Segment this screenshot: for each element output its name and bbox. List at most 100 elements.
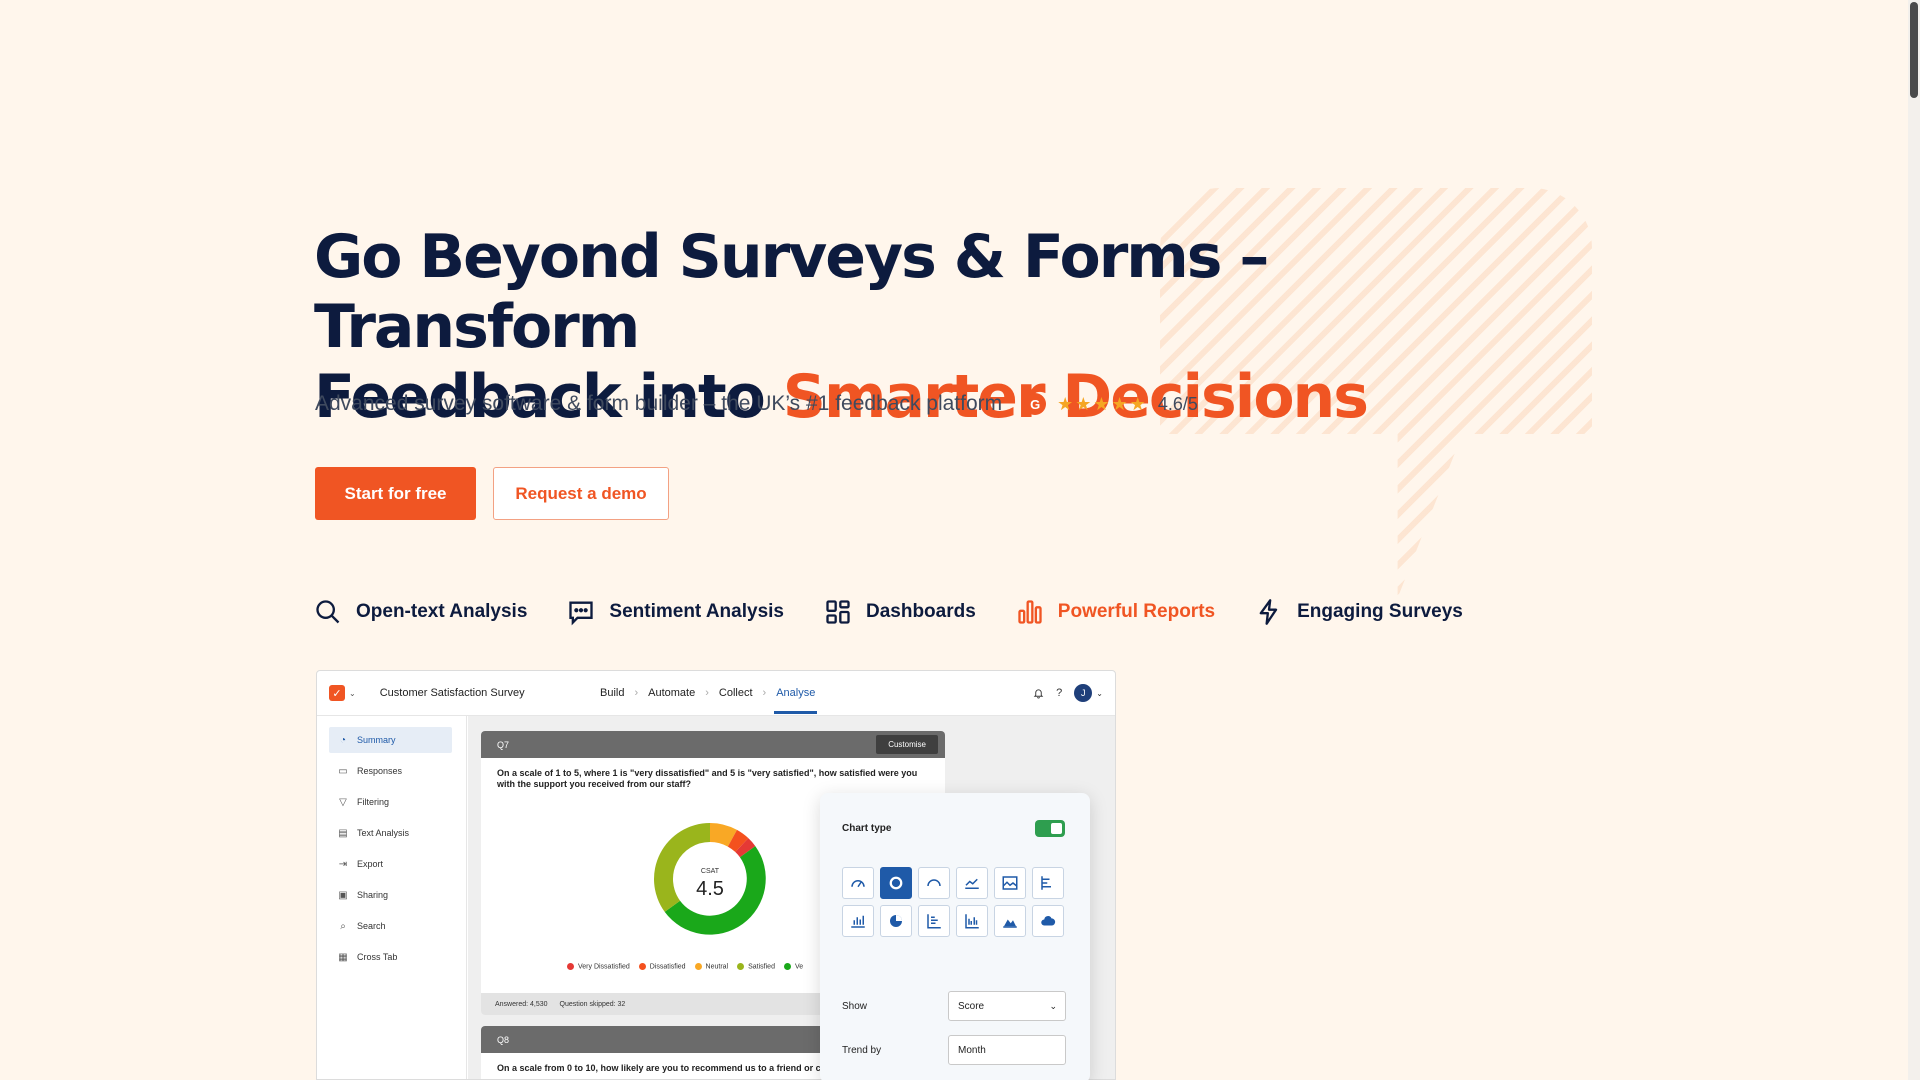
logo-check-icon[interactable]: ✓: [329, 685, 345, 701]
request-demo-button[interactable]: Request a demo: [493, 467, 669, 520]
sidebar-item-search[interactable]: ⌕ Search: [329, 913, 452, 939]
feature-tab-powerful-reports[interactable]: Powerful Reports: [1016, 598, 1215, 626]
chart-type-area-image[interactable]: [994, 867, 1026, 899]
chevron-down-icon: ⌄: [1049, 1000, 1057, 1011]
sidebar-item-summary[interactable]: ◔ Summary: [329, 727, 452, 753]
legend-item: Neutral: [694, 963, 728, 970]
subline-text: Advanced survey software & form builder …: [315, 392, 1003, 415]
trend-value: Month: [958, 1044, 986, 1056]
breadcrumb: Build › Automate › Collect › Analyse: [600, 687, 818, 714]
feature-tab-engaging-surveys[interactable]: Engaging Surveys: [1255, 598, 1463, 626]
help-icon[interactable]: ?: [1056, 687, 1062, 699]
show-select[interactable]: Score ⌄: [948, 991, 1066, 1021]
search-icon: ⌕: [340, 920, 346, 932]
legend-item: Very Dissatisfied: [567, 963, 630, 970]
feature-label: Dashboards: [865, 601, 976, 622]
sidebar-item-label: Sharing: [357, 890, 389, 900]
chart-toggle[interactable]: [1035, 820, 1065, 837]
crumb-collect[interactable]: Collect: [719, 687, 753, 699]
survey-title: Customer Satisfaction Survey: [379, 687, 525, 699]
chart-type-line[interactable]: [956, 867, 988, 899]
answered-count: Answered: 4,530: [495, 1000, 548, 1008]
rating-value: 4.6/5: [1157, 393, 1198, 414]
chart-type-stacked-bar[interactable]: [918, 905, 950, 937]
chart-type-grid: [842, 867, 1064, 937]
feature-label: Open-text Analysis: [356, 601, 528, 622]
area-chart-icon: [1003, 919, 1017, 928]
sidebar-item-cross-tab[interactable]: ▦ Cross Tab: [329, 944, 452, 970]
legend-item: Dissatisfied: [638, 963, 686, 970]
chart-type-semi-gauge[interactable]: [918, 867, 950, 899]
sidebar-item-sharing[interactable]: ▣ Sharing: [329, 882, 452, 908]
show-value: Score: [958, 1000, 985, 1012]
hero-subline: Advanced survey software & form builder …: [315, 392, 1198, 416]
chevron-right-icon: ›: [705, 687, 709, 699]
stacked-bar-icon: [927, 914, 941, 929]
customise-button[interactable]: Customise: [876, 735, 938, 754]
image-chart-icon: [1002, 876, 1018, 890]
crumb-automate[interactable]: Automate: [648, 687, 695, 699]
sidebar-item-label: Filtering: [357, 797, 390, 807]
line-chart-icon: [965, 878, 979, 889]
text-analysis-icon: ▤: [338, 827, 348, 839]
lightning-icon: [1259, 599, 1278, 625]
sharing-icon: ▣: [338, 889, 348, 901]
chart-legend: Very Dissatisfied Dissatisfied Neutral S…: [567, 963, 803, 970]
trend-label: Trend by: [842, 1045, 882, 1056]
sidebar-item-filtering[interactable]: ▽ Filtering: [329, 789, 452, 815]
grouped-bar-icon: [965, 914, 979, 929]
feature-tab-open-text-analysis[interactable]: Open-text Analysis: [314, 598, 527, 626]
sidebar-item-label: Text Analysis: [357, 828, 410, 838]
horizontal-bar-icon: [1041, 876, 1051, 890]
gauge-icon: [851, 880, 865, 888]
sidebar-item-label: Cross Tab: [357, 952, 398, 962]
cloud-icon: [1041, 916, 1056, 926]
crumb-build[interactable]: Build: [600, 687, 624, 699]
chart-type-bar-horizontal[interactable]: [1032, 867, 1064, 899]
question-label: Q8: [497, 1034, 510, 1045]
chart-type-gauge[interactable]: [842, 867, 874, 899]
g2-logo-icon: G: [1024, 393, 1047, 415]
semi-gauge-icon: [927, 879, 941, 887]
scrollbar-thumb[interactable]: [1910, 2, 1918, 98]
chart-type-word-cloud[interactable]: [1032, 905, 1064, 937]
responses-icon: ▭: [338, 765, 348, 777]
csat-label: CSAT: [701, 868, 720, 875]
bar-chart-icon: [1018, 600, 1042, 624]
chevron-right-icon: ›: [634, 687, 639, 699]
question-text: On a scale of 1 to 5, where 1 is "very d…: [497, 768, 918, 789]
feature-label: Sentiment Analysis: [609, 601, 784, 622]
chart-type-bar[interactable]: [842, 905, 874, 937]
chart-type-area[interactable]: [994, 905, 1026, 937]
legend-item: Satisfied: [737, 963, 775, 970]
feature-tab-dashboards[interactable]: Dashboards: [824, 598, 976, 626]
sidebar-item-export[interactable]: ⇥ Export: [329, 851, 452, 877]
sidebar-item-label: Summary: [357, 735, 396, 745]
sidebar-item-responses[interactable]: ▭ Responses: [329, 758, 452, 784]
sidebar-item-label: Search: [357, 921, 386, 931]
chat-icon: [569, 601, 594, 626]
bell-icon[interactable]: [1033, 688, 1044, 699]
chevron-right-icon: ›: [762, 687, 767, 699]
chevron-down-icon[interactable]: ⌄: [1096, 689, 1103, 698]
star-rating-icon: ★★★★★: [1057, 393, 1148, 414]
scrollbar[interactable]: [1908, 0, 1920, 1080]
start-free-button[interactable]: Start for free: [315, 467, 476, 520]
crumb-analyse[interactable]: Analyse: [774, 687, 818, 714]
chart-type-panel: Chart type Show Score ⌄ Trend by Month: [820, 793, 1090, 1080]
trend-select[interactable]: Month: [948, 1035, 1066, 1065]
top-icons: ? J ⌄: [1033, 684, 1103, 702]
chart-type-donut[interactable]: [880, 867, 912, 899]
sidebar-item-text-analysis[interactable]: ▤ Text Analysis: [329, 820, 452, 846]
app-sidebar: ◔ Summary ▭ Responses ▽ Filtering ▤ Text Ana…: [317, 716, 467, 1079]
app-topbar: ✓ ⌄ Customer Satisfaction Survey Build ›…: [317, 671, 1115, 716]
feature-tab-sentiment-analysis[interactable]: Sentiment Analysis: [567, 598, 784, 626]
show-label: Show: [842, 1001, 868, 1012]
chart-type-pie[interactable]: [880, 905, 912, 937]
export-icon: ⇥: [338, 858, 348, 870]
chart-type-grouped-bar[interactable]: [956, 905, 988, 937]
sidebar-item-label: Export: [357, 859, 384, 869]
chevron-down-icon[interactable]: ⌄: [349, 689, 356, 698]
feature-tabs: Open-text Analysis Sentiment Analysis Da…: [314, 598, 1503, 626]
avatar[interactable]: J: [1074, 684, 1093, 702]
